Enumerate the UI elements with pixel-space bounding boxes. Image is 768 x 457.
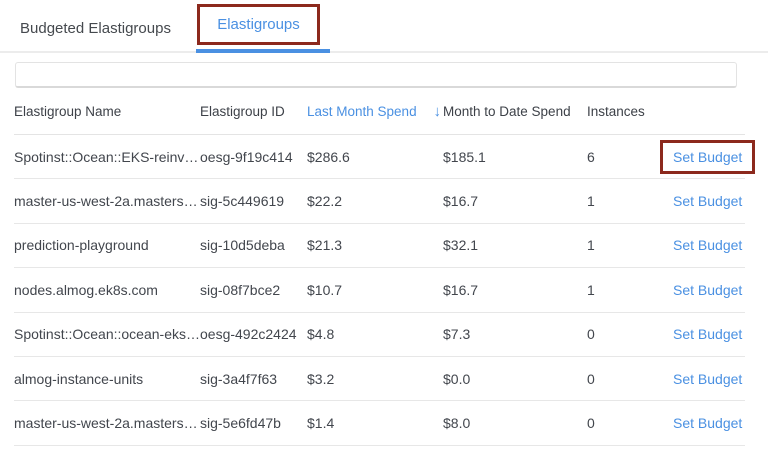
elastigroup-id-cell: sig-10d5deba [200,237,307,253]
table-row: nodes.almog.ek8s.com sig-08f7bce2 $10.7 … [14,268,745,312]
month-to-date-spend-cell: $16.7 [443,193,587,209]
last-month-spend-cell: $286.6 [307,149,443,165]
elastigroups-table: Elastigroup Name Elastigroup ID Last Mon… [14,89,745,446]
set-budget-link[interactable]: Set Budget [660,362,755,396]
elastigroup-id-cell: sig-5e6fd47b [200,415,307,431]
month-to-date-spend-cell: $7.3 [443,326,587,342]
active-tab-underline [196,49,330,53]
elastigroup-name-cell: almog-instance-units [14,371,200,387]
filter-input[interactable] [15,62,737,88]
instances-cell: 0 [587,371,660,387]
sort-descending-icon[interactable]: ↓ [434,103,442,120]
action-cell: Set Budget [660,362,755,396]
last-month-spend-cell: $1.4 [307,415,443,431]
set-budget-link[interactable]: Set Budget [660,228,755,262]
month-to-date-spend-cell: $32.1 [443,237,587,253]
table-row: Spotinst::Ocean::EKS-reinv… oesg-9f19c41… [14,135,745,179]
table-row: master-us-west-2a.masters… sig-5c449619 … [14,179,745,223]
instances-cell: 1 [587,237,660,253]
table-row: prediction-playground sig-10d5deba $21.3… [14,224,745,268]
tab-bar: Budgeted Elastigroups Elastigroups [0,0,768,53]
column-header-last-month-spend: Last Month Spend ↓ [307,103,443,120]
instances-cell: 1 [587,193,660,209]
set-budget-link[interactable]: Set Budget [660,140,755,174]
action-cell: Set Budget [660,140,755,174]
instances-cell: 1 [587,282,660,298]
column-header-elastigroup-id: Elastigroup ID [200,104,307,119]
elastigroup-id-cell: sig-5c449619 [200,193,307,209]
set-budget-link[interactable]: Set Budget [660,317,755,351]
instances-cell: 6 [587,149,660,165]
tab-elastigroups[interactable]: Elastigroups [217,16,300,33]
instances-cell: 0 [587,415,660,431]
elastigroup-id-cell: sig-3a4f7f63 [200,371,307,387]
elastigroup-name-cell: Spotinst::Ocean::ocean-eks… [14,326,200,342]
last-month-spend-cell: $21.3 [307,237,443,253]
table-row: master-us-west-2a.masters… sig-5e6fd47b … [14,401,745,445]
action-cell: Set Budget [660,228,755,262]
column-header-last-month-spend-label[interactable]: Last Month Spend [307,104,417,119]
action-cell: Set Budget [660,317,755,351]
action-cell: Set Budget [660,406,755,440]
elastigroup-name-cell: nodes.almog.ek8s.com [14,282,200,298]
set-budget-link[interactable]: Set Budget [660,184,755,218]
set-budget-link[interactable]: Set Budget [660,406,755,440]
last-month-spend-cell: $10.7 [307,282,443,298]
month-to-date-spend-cell: $0.0 [443,371,587,387]
last-month-spend-cell: $4.8 [307,326,443,342]
elastigroup-id-cell: oesg-492c2424 [200,326,307,342]
elastigroup-name-cell: master-us-west-2a.masters… [14,415,200,431]
column-header-elastigroup-name: Elastigroup Name [14,104,200,119]
elastigroup-id-cell: oesg-9f19c414 [200,149,307,165]
column-header-instances: Instances [587,104,660,119]
set-budget-link[interactable]: Set Budget [660,273,755,307]
table-body: Spotinst::Ocean::EKS-reinv… oesg-9f19c41… [14,135,745,446]
elastigroup-name-cell: prediction-playground [14,237,200,253]
tab-bar-divider [0,51,768,53]
action-cell: Set Budget [660,273,755,307]
tab-budgeted-elastigroups[interactable]: Budgeted Elastigroups [20,20,171,37]
month-to-date-spend-cell: $8.0 [443,415,587,431]
table-row: almog-instance-units sig-3a4f7f63 $3.2 $… [14,357,745,401]
elastigroup-name-cell: master-us-west-2a.masters… [14,193,200,209]
annotation-box-elastigroups-tab: Elastigroups [197,4,320,45]
action-cell: Set Budget [660,184,755,218]
month-to-date-spend-cell: $185.1 [443,149,587,165]
last-month-spend-cell: $3.2 [307,371,443,387]
instances-cell: 0 [587,326,660,342]
elastigroup-name-cell: Spotinst::Ocean::EKS-reinv… [14,149,200,165]
table-header-row: Elastigroup Name Elastigroup ID Last Mon… [14,89,745,135]
elastigroup-id-cell: sig-08f7bce2 [200,282,307,298]
month-to-date-spend-cell: $16.7 [443,282,587,298]
elastigroups-budget-page: Budgeted Elastigroups Elastigroups Elast… [0,0,768,457]
column-header-month-to-date-spend: Month to Date Spend [443,104,587,119]
last-month-spend-cell: $22.2 [307,193,443,209]
table-row: Spotinst::Ocean::ocean-eks… oesg-492c242… [14,313,745,357]
